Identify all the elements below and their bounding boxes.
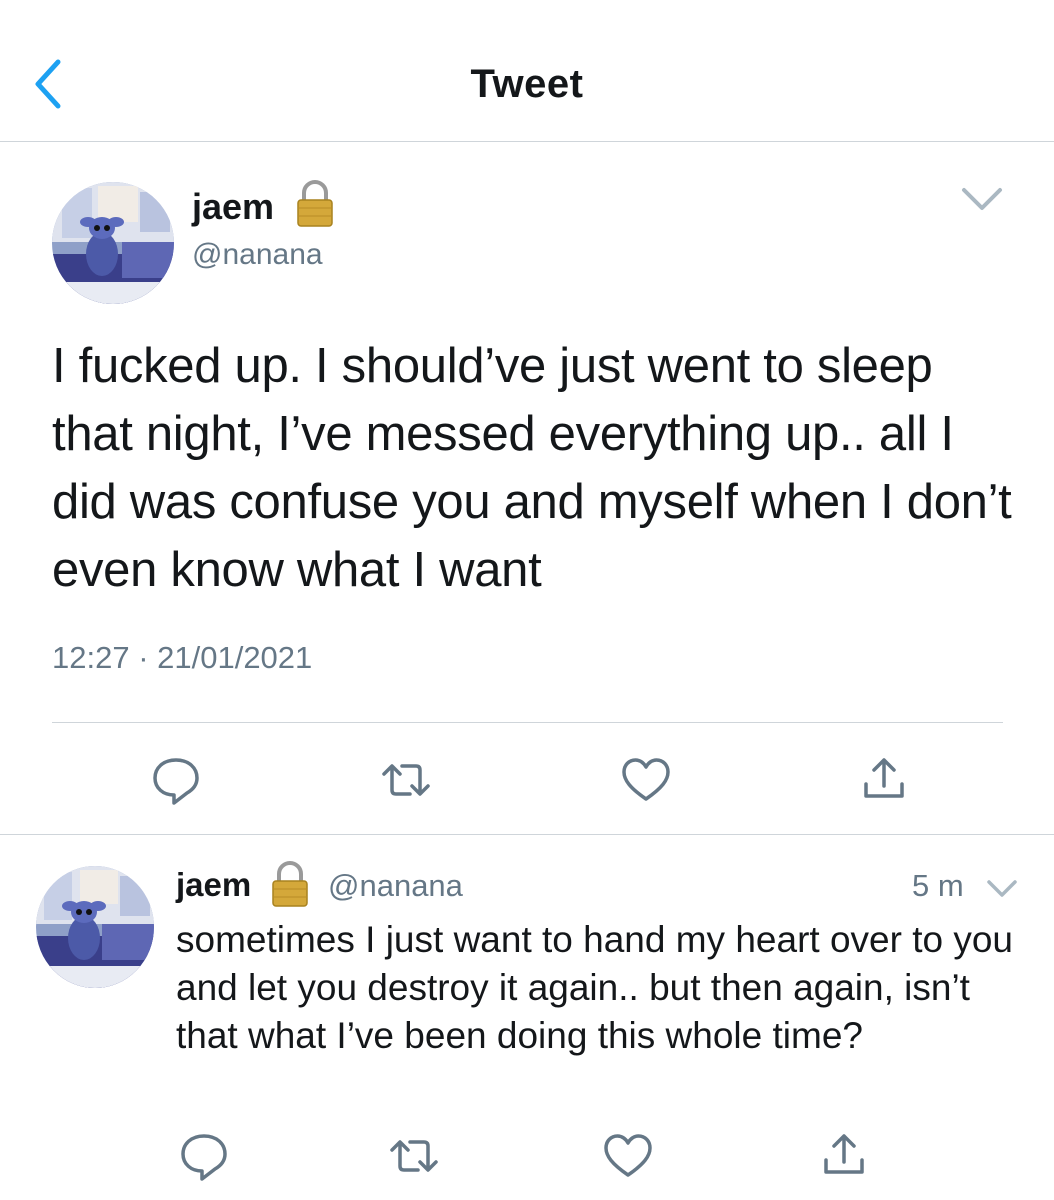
share-icon[interactable]: [816, 1128, 872, 1184]
reply-icon[interactable]: [148, 752, 204, 808]
tweet-text: I fucked up. I should’ve just went to sl…: [52, 339, 1012, 597]
user-handle[interactable]: @nanana: [328, 868, 463, 904]
display-name[interactable]: jaem: [192, 186, 274, 228]
page-title: Tweet: [470, 62, 584, 106]
like-icon[interactable]: [618, 752, 674, 808]
share-icon[interactable]: [856, 752, 912, 808]
reply-icon[interactable]: [176, 1128, 232, 1184]
tweet-time: 5 m: [912, 868, 964, 903]
display-name[interactable]: jaem: [176, 866, 251, 904]
user-handle[interactable]: @nanana: [192, 238, 323, 272]
retweet-icon[interactable]: [386, 1128, 442, 1184]
lock-icon: [292, 178, 338, 228]
retweet-icon[interactable]: [378, 752, 434, 808]
divider: [52, 722, 1003, 723]
like-icon[interactable]: [600, 1128, 656, 1184]
divider: [0, 834, 1054, 835]
chevron-down-icon[interactable]: [984, 876, 1020, 902]
avatar[interactable]: [36, 866, 154, 988]
chevron-down-icon[interactable]: [958, 182, 1006, 216]
tweet-timestamp: 12:27 · 21/01/2021: [52, 640, 313, 675]
avatar[interactable]: [52, 182, 174, 304]
lock-icon: [268, 860, 312, 908]
tweet-text: sometimes I just want to hand my heart o…: [176, 919, 1013, 1056]
